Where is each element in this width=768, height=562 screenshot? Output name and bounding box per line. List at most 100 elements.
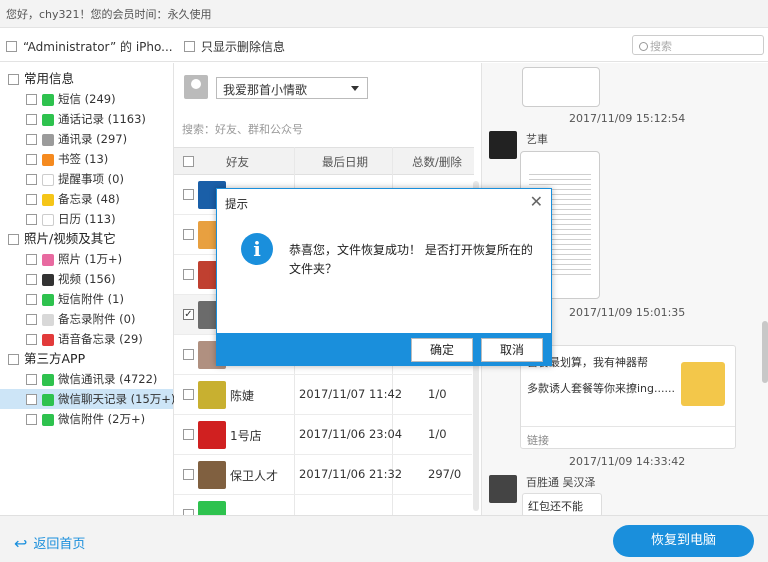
- only-deleted-checkbox[interactable]: [184, 41, 195, 52]
- chat-search-input[interactable]: 搜索：好友、群和公众号: [182, 121, 303, 137]
- item-label: 微信附件 (2万+): [58, 412, 146, 426]
- tree-item-notes-attachments[interactable]: 备忘录附件 (0): [26, 309, 135, 329]
- item-checkbox[interactable]: [26, 114, 37, 125]
- category-label: 常用信息: [24, 71, 75, 86]
- item-checkbox[interactable]: [26, 174, 37, 185]
- success-dialog: 提示 ✕ i 恭喜您，文件恢复成功！ 是否打开恢复所在的文件夹？ 确定 取消: [216, 188, 552, 366]
- photos-icon: [42, 253, 54, 266]
- search-placeholder: 搜索: [650, 40, 672, 53]
- item-label: 通话记录 (1163): [58, 112, 146, 126]
- message-timestamp: 2017/11/09 15:12:54: [569, 112, 686, 125]
- tree-item-bookmarks[interactable]: 书签 (13): [26, 149, 108, 169]
- table-row[interactable]: 保卫人才 2017/11/06 21:32 297/0: [174, 455, 472, 495]
- row-checkbox[interactable]: [183, 189, 194, 200]
- restore-to-computer-button[interactable]: 恢复到电脑: [613, 525, 754, 557]
- category-checkbox[interactable]: [8, 74, 19, 85]
- item-checkbox[interactable]: [26, 194, 37, 205]
- item-label: 短信 (249): [58, 92, 116, 106]
- row-checkbox[interactable]: [183, 229, 194, 240]
- wechat-chat-icon: [42, 393, 54, 406]
- column-header-total[interactable]: 总数/删除: [412, 154, 462, 170]
- item-checkbox[interactable]: [26, 374, 37, 385]
- message-timestamp: 2017/11/09 14:33:42: [569, 455, 686, 468]
- only-deleted-toggle[interactable]: 只显示删除信息: [184, 38, 285, 55]
- device-checkbox[interactable]: [6, 41, 17, 52]
- calendar-icon: [42, 213, 54, 226]
- item-checkbox[interactable]: [26, 134, 37, 145]
- tree-item-calendar[interactable]: 日历 (113): [26, 209, 116, 229]
- tree-item-wechat-attachments[interactable]: 微信附件 (2万+): [26, 409, 145, 429]
- back-arrow-icon: ↩: [14, 534, 28, 553]
- tree-item-wechat-contacts[interactable]: 微信通讯录 (4722): [26, 369, 157, 389]
- item-label: 微信聊天记录 (15万+): [58, 392, 176, 406]
- tree-item-contacts[interactable]: 通讯录 (297): [26, 129, 127, 149]
- tree-item-sms-attachments[interactable]: 短信附件 (1): [26, 289, 124, 309]
- link-description: 多款诱人套餐等你来撩ing......: [527, 382, 675, 395]
- category-checkbox[interactable]: [8, 354, 19, 365]
- item-checkbox[interactable]: [26, 274, 37, 285]
- wechat-contacts-icon: [42, 373, 54, 386]
- item-label: 短信附件 (1): [58, 292, 124, 306]
- table-row[interactable]: 1号店 2017/11/06 23:04 1/0: [174, 415, 472, 455]
- row-checkbox[interactable]: [183, 429, 194, 440]
- item-checkbox[interactable]: [26, 334, 37, 345]
- link-message[interactable]: 套餐最划算，我有神器帮 多款诱人套餐等你来撩ing...... 链接: [520, 345, 736, 449]
- image-message[interactable]: [522, 67, 600, 107]
- tree-item-reminders[interactable]: 提醒事项 (0): [26, 169, 124, 189]
- row-checkbox[interactable]: [183, 349, 194, 360]
- category-common[interactable]: 常用信息: [8, 69, 74, 89]
- ok-button[interactable]: 确定: [411, 338, 473, 362]
- tree-item-videos[interactable]: 视频 (156): [26, 269, 116, 289]
- message-text: 红包还不能选...: [528, 500, 583, 513]
- dialog-message: 恭喜您，文件恢复成功！ 是否打开恢复所在的文件夹？: [289, 243, 533, 276]
- footer: ↩ 返回首页 恢复到电脑: [0, 515, 768, 562]
- category-tree: 常用信息 短信 (249) 通话记录 (1163) 通讯录 (297) 书签 (…: [0, 63, 176, 515]
- column-header-last-date[interactable]: 最后日期: [322, 154, 368, 170]
- category-label: 第三方APP: [24, 351, 86, 366]
- attachment-icon: [42, 293, 54, 306]
- membership-greeting: 您好，chy321！您的会员时间：永久使用: [6, 8, 212, 21]
- close-icon[interactable]: ✕: [530, 192, 543, 211]
- reminder-icon: [42, 173, 54, 186]
- account-dropdown[interactable]: 我爱那首小情歌: [216, 77, 368, 99]
- row-checkbox[interactable]: [183, 389, 194, 400]
- item-checkbox[interactable]: [26, 314, 37, 325]
- avatar: [198, 461, 226, 489]
- category-media[interactable]: 照片/视频及其它: [8, 229, 116, 249]
- row-checkbox[interactable]: [183, 309, 194, 320]
- row-checkbox[interactable]: [183, 269, 194, 280]
- back-home-link[interactable]: ↩ 返回首页: [14, 533, 85, 553]
- tree-item-wechat-chat[interactable]: 微信聊天记录 (15万+): [0, 389, 176, 409]
- select-all-checkbox[interactable]: [183, 156, 194, 167]
- text-message[interactable]: 红包还不能选...: [522, 493, 602, 515]
- item-checkbox[interactable]: [26, 394, 37, 405]
- item-checkbox[interactable]: [26, 294, 37, 305]
- chat-search-placeholder: 搜索：好友、群和公众号: [182, 123, 303, 136]
- item-checkbox[interactable]: [26, 214, 37, 225]
- table-row[interactable]: [174, 495, 472, 515]
- search-input[interactable]: 搜索: [632, 35, 764, 55]
- video-icon: [42, 273, 54, 286]
- tree-item-notes[interactable]: 备忘录 (48): [26, 189, 120, 209]
- wechat-attachment-icon: [42, 413, 54, 426]
- table-row[interactable]: 陈婕 2017/11/07 11:42 1/0: [174, 375, 472, 415]
- tree-item-sms[interactable]: 短信 (249): [26, 89, 116, 109]
- column-header-friend[interactable]: 好友: [226, 154, 249, 170]
- category-third-party[interactable]: 第三方APP: [8, 349, 85, 369]
- chat-view-scrollbar[interactable]: [762, 321, 768, 383]
- category-checkbox[interactable]: [8, 234, 19, 245]
- item-checkbox[interactable]: [26, 254, 37, 265]
- tree-item-voice-memos[interactable]: 语音备忘录 (29): [26, 329, 143, 349]
- tree-item-photos[interactable]: 照片 (1万+): [26, 249, 122, 269]
- item-checkbox[interactable]: [26, 414, 37, 425]
- dialog-button-bar: 确定 取消: [217, 333, 551, 365]
- tree-item-calls[interactable]: 通话记录 (1163): [26, 109, 146, 129]
- cancel-button[interactable]: 取消: [481, 338, 543, 362]
- device-selector[interactable]: “Administrator” 的 iPho...: [6, 38, 173, 55]
- item-label: 语音备忘录 (29): [58, 332, 143, 346]
- row-checkbox[interactable]: [183, 469, 194, 480]
- item-checkbox[interactable]: [26, 154, 37, 165]
- link-thumbnail: [681, 362, 725, 406]
- item-checkbox[interactable]: [26, 94, 37, 105]
- table-header: 好友 最后日期 总数/删除: [174, 147, 474, 175]
